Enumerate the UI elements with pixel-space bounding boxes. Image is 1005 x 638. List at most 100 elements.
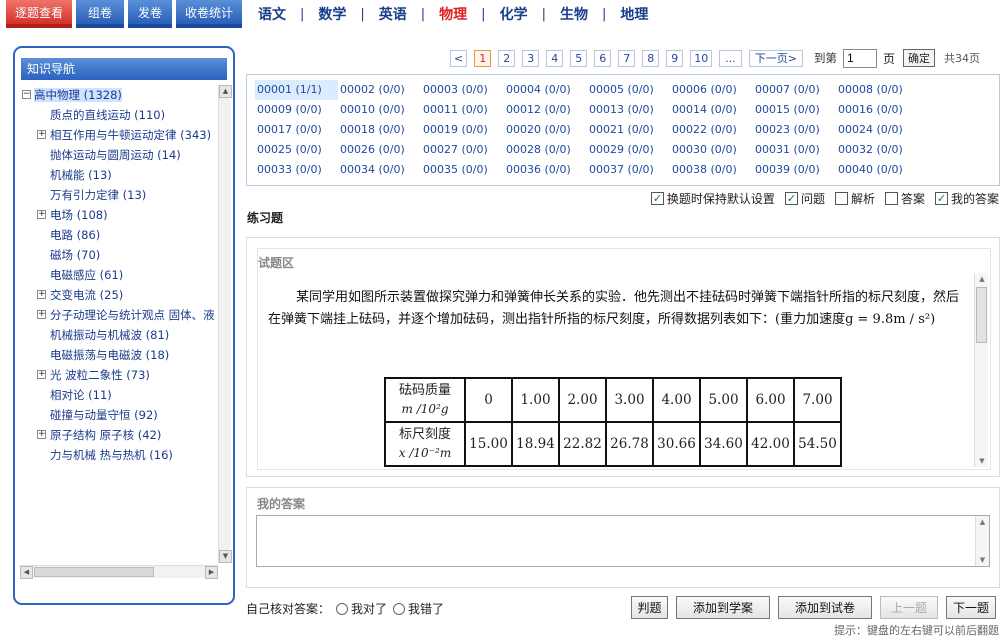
add-to-study-plan-button[interactable]: 添加到学案 <box>676 596 770 619</box>
question-link[interactable]: 00033 (0/0) <box>255 160 338 180</box>
checkbox-question[interactable]: ✓ <box>784 191 798 205</box>
tree-item[interactable]: 力与机械 热与热机 (16) <box>20 445 220 465</box>
add-to-paper-button[interactable]: 添加到试卷 <box>778 596 872 619</box>
grade-button[interactable]: 判题 <box>631 596 668 619</box>
scroll-down-icon[interactable]: ▼ <box>976 554 989 566</box>
page-ellipsis[interactable]: ... <box>719 49 742 67</box>
expand-icon[interactable]: + <box>37 430 46 439</box>
answer-scrollbar[interactable]: ▲ ▼ <box>975 516 989 566</box>
question-link[interactable]: 00001 (1/1) <box>255 80 338 100</box>
question-link[interactable]: 00030 (0/0) <box>670 140 753 160</box>
question-link[interactable]: 00022 (0/0) <box>670 120 753 140</box>
question-link[interactable]: 00012 (0/0) <box>504 100 587 120</box>
question-link[interactable]: 00021 (0/0) <box>587 120 670 140</box>
expand-icon[interactable]: + <box>37 310 46 319</box>
checkbox-analysis[interactable] <box>834 191 848 205</box>
option-keep-default[interactable]: ✓ 换题时保持默认设置 <box>650 190 775 207</box>
expand-icon[interactable]: + <box>37 290 46 299</box>
question-link[interactable]: 00007 (0/0) <box>753 80 836 100</box>
page-button[interactable]: 3 <box>522 49 540 67</box>
subject-geography[interactable]: 地理 <box>606 4 662 24</box>
scroll-right-icon[interactable]: ▶ <box>205 566 218 579</box>
expand-icon[interactable]: + <box>37 130 46 139</box>
option-question[interactable]: ✓ 问题 <box>784 190 825 207</box>
scrollbar-thumb[interactable] <box>976 287 987 343</box>
question-link[interactable]: 00008 (0/0) <box>836 80 919 100</box>
question-link[interactable]: 00032 (0/0) <box>836 140 919 160</box>
question-link[interactable]: 00026 (0/0) <box>338 140 421 160</box>
tree-item[interactable]: 万有引力定律 (13) <box>20 185 220 205</box>
subject-math[interactable]: 数学 <box>304 4 360 24</box>
question-link[interactable]: 00034 (0/0) <box>338 160 421 180</box>
tab-compose-paper[interactable]: 组卷 <box>76 0 124 28</box>
question-link[interactable]: 00005 (0/0) <box>587 80 670 100</box>
question-link[interactable]: 00024 (0/0) <box>836 120 919 140</box>
prev-question-button[interactable]: 上一题 <box>880 596 938 619</box>
scroll-up-icon[interactable]: ▲ <box>975 273 989 285</box>
question-link[interactable]: 00013 (0/0) <box>587 100 670 120</box>
page-button[interactable]: 4 <box>546 49 564 67</box>
goto-confirm-button[interactable]: 确定 <box>902 49 935 67</box>
prev-page-button[interactable]: < <box>450 49 468 67</box>
checkbox-my-answer[interactable]: ✓ <box>934 191 948 205</box>
question-link[interactable]: 00003 (0/0) <box>421 80 504 100</box>
expand-icon[interactable]: + <box>37 370 46 379</box>
scroll-down-icon[interactable]: ▼ <box>219 550 232 563</box>
question-link[interactable]: 00015 (0/0) <box>753 100 836 120</box>
expand-icon[interactable]: + <box>37 210 46 219</box>
question-link[interactable]: 00004 (0/0) <box>504 80 587 100</box>
page-button[interactable]: 2 <box>498 49 516 67</box>
tree-item[interactable]: 电路 (86) <box>20 225 220 245</box>
question-link[interactable]: 00017 (0/0) <box>255 120 338 140</box>
subject-chinese[interactable]: 语文 <box>244 4 300 24</box>
tree-item[interactable]: + 光 波粒二象性 (73) <box>20 365 220 385</box>
radio-correct[interactable] <box>336 602 349 615</box>
tree-item[interactable]: 抛体运动与圆周运动 (14) <box>20 145 220 165</box>
page-button-current[interactable]: 1 <box>474 49 492 67</box>
page-button[interactable]: 9 <box>666 49 684 67</box>
question-link[interactable]: 00011 (0/0) <box>421 100 504 120</box>
tree-item[interactable]: + 交变电流 (25) <box>20 285 220 305</box>
question-link[interactable]: 00019 (0/0) <box>421 120 504 140</box>
tree-item[interactable]: 质点的直线运动 (110) <box>20 105 220 125</box>
scroll-left-icon[interactable]: ◀ <box>20 566 33 579</box>
option-my-answer[interactable]: ✓ 我的答案 <box>934 190 999 207</box>
tree-item[interactable]: 机械能 (13) <box>20 165 220 185</box>
question-scrollbar[interactable]: ▲ ▼ <box>974 273 988 467</box>
page-button[interactable]: 8 <box>642 49 660 67</box>
tab-collect-stats[interactable]: 收卷统计 <box>176 0 242 28</box>
radio-wrong[interactable] <box>393 602 406 615</box>
page-button[interactable]: 6 <box>594 49 612 67</box>
tree-horizontal-scrollbar[interactable]: ◀ ▶ <box>20 565 218 579</box>
question-link[interactable]: 00025 (0/0) <box>255 140 338 160</box>
question-link[interactable]: 00020 (0/0) <box>504 120 587 140</box>
question-link[interactable]: 00016 (0/0) <box>836 100 919 120</box>
question-link[interactable]: 00031 (0/0) <box>753 140 836 160</box>
question-link[interactable]: 00027 (0/0) <box>421 140 504 160</box>
tree-vertical-scrollbar[interactable]: ▲ ▼ <box>218 85 232 563</box>
radio-wrong-label[interactable]: 我错了 <box>408 600 444 617</box>
checkbox-answer[interactable] <box>884 191 898 205</box>
question-link[interactable]: 00040 (0/0) <box>836 160 919 180</box>
question-link[interactable]: 00018 (0/0) <box>338 120 421 140</box>
subject-english[interactable]: 英语 <box>365 4 421 24</box>
question-link[interactable]: 00014 (0/0) <box>670 100 753 120</box>
page-button[interactable]: 10 <box>690 49 713 67</box>
tree-item-high-school-physics[interactable]: − 高中物理 (1328) <box>20 85 220 105</box>
next-page-button[interactable]: 下一页> <box>748 49 803 67</box>
scroll-up-icon[interactable]: ▲ <box>219 85 232 98</box>
question-link[interactable]: 00037 (0/0) <box>587 160 670 180</box>
collapse-icon[interactable]: − <box>22 90 31 99</box>
tree-item[interactable]: 电磁振荡与电磁波 (18) <box>20 345 220 365</box>
tree-item[interactable]: + 电场 (108) <box>20 205 220 225</box>
question-link[interactable]: 00002 (0/0) <box>338 80 421 100</box>
question-link[interactable]: 00010 (0/0) <box>338 100 421 120</box>
tab-view-by-question[interactable]: 逐题查看 <box>6 0 72 28</box>
subject-chemistry[interactable]: 化学 <box>486 4 542 24</box>
question-link[interactable]: 00028 (0/0) <box>504 140 587 160</box>
tree-item[interactable]: 碰撞与动量守恒 (92) <box>20 405 220 425</box>
question-link[interactable]: 00029 (0/0) <box>587 140 670 160</box>
tree-item[interactable]: + 相互作用与牛顿运动定律 (343) <box>20 125 220 145</box>
option-answer[interactable]: 答案 <box>884 190 925 207</box>
question-link[interactable]: 00035 (0/0) <box>421 160 504 180</box>
